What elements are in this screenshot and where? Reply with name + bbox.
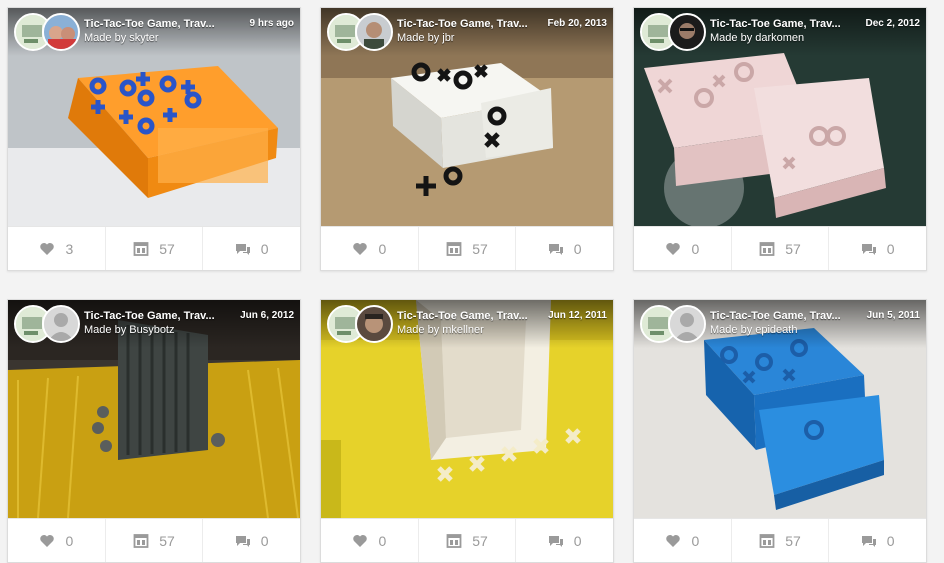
collect-button[interactable]: 57 [732, 519, 830, 562]
make-card[interactable]: Tic-Tac-Toe Game, Trav... Made by jbr Fe… [320, 7, 614, 271]
collect-button[interactable]: 57 [419, 227, 517, 270]
collection-icon [446, 242, 462, 256]
like-button[interactable]: 3 [8, 227, 106, 270]
comment-icon [548, 244, 563, 255]
like-button[interactable]: 0 [634, 227, 732, 270]
like-count: 0 [691, 533, 700, 549]
heart-icon [40, 535, 55, 547]
like-button[interactable]: 0 [321, 519, 419, 562]
card-stats: 0 57 0 [321, 226, 613, 270]
timestamp: Jun 12, 2011 [548, 310, 607, 321]
timestamp: 9 hrs ago [249, 18, 294, 29]
collect-button[interactable]: 57 [106, 227, 204, 270]
card-header: Tic-Tac-Toe Game, Trav... Made by darkom… [634, 8, 926, 56]
collect-button[interactable]: 57 [106, 519, 204, 562]
comment-count: 0 [573, 533, 582, 549]
comment-button[interactable]: 0 [829, 519, 926, 562]
comment-count: 0 [886, 241, 895, 257]
make-card[interactable]: Tic-Tac-Toe Game, Trav... Made by Busybo… [7, 299, 301, 563]
collection-count: 57 [785, 533, 801, 549]
like-count: 0 [691, 241, 700, 257]
comment-count: 0 [573, 241, 582, 257]
collection-icon [759, 242, 775, 256]
make-card[interactable]: Tic-Tac-Toe Game, Trav... Made by darkom… [633, 7, 927, 271]
maker-name[interactable]: Made by mkellner [397, 324, 484, 336]
like-count: 0 [378, 241, 387, 257]
maker-name[interactable]: Made by darkomen [710, 32, 804, 44]
comment-icon [235, 536, 250, 547]
like-button[interactable]: 0 [8, 519, 106, 562]
make-card[interactable]: Tic-Tac-Toe Game, Trav... Made by skyter… [7, 7, 301, 271]
thing-title[interactable]: Tic-Tac-Toe Game, Trav... [84, 18, 224, 30]
collection-count: 57 [785, 241, 801, 257]
thing-title[interactable]: Tic-Tac-Toe Game, Trav... [710, 18, 850, 30]
card-stats: 0 57 0 [634, 226, 926, 270]
avatar[interactable] [42, 13, 80, 51]
comment-button[interactable]: 0 [203, 519, 300, 562]
card-header: Tic-Tac-Toe Game, Trav... Made by jbr Fe… [321, 8, 613, 56]
comment-count: 0 [260, 241, 269, 257]
timestamp: Jun 6, 2012 [240, 310, 294, 321]
card-stats: 0 57 0 [634, 518, 926, 562]
avatar[interactable] [355, 13, 393, 51]
like-count: 0 [65, 533, 74, 549]
comment-count: 0 [886, 533, 895, 549]
collection-count: 57 [472, 241, 488, 257]
like-count: 0 [378, 533, 387, 549]
maker-name[interactable]: Made by skyter [84, 32, 159, 44]
thing-title[interactable]: Tic-Tac-Toe Game, Trav... [84, 310, 224, 322]
comment-button[interactable]: 0 [516, 227, 613, 270]
heart-icon [666, 243, 681, 255]
collection-count: 57 [159, 533, 175, 549]
make-card[interactable]: Tic-Tac-Toe Game, Trav... Made by mkelln… [320, 299, 614, 563]
maker-name[interactable]: Made by Busybotz [84, 324, 175, 336]
card-header: Tic-Tac-Toe Game, Trav... Made by epidea… [634, 300, 926, 348]
collection-count: 57 [159, 241, 175, 257]
collection-icon [446, 534, 462, 548]
comment-icon [861, 536, 876, 547]
like-count: 3 [65, 241, 74, 257]
card-stats: 3 57 0 [8, 226, 300, 270]
maker-name[interactable]: Made by jbr [397, 32, 454, 44]
maker-name[interactable]: Made by epideath [710, 324, 797, 336]
heart-icon [40, 243, 55, 255]
card-header: Tic-Tac-Toe Game, Trav... Made by skyter… [8, 8, 300, 56]
timestamp: Jun 5, 2011 [866, 310, 920, 321]
card-header: Tic-Tac-Toe Game, Trav... Made by mkelln… [321, 300, 613, 348]
collection-icon [759, 534, 775, 548]
heart-icon [353, 243, 368, 255]
timestamp: Dec 2, 2012 [865, 18, 921, 29]
comment-icon [548, 536, 563, 547]
collection-icon [133, 534, 149, 548]
like-button[interactable]: 0 [321, 227, 419, 270]
comment-button[interactable]: 0 [203, 227, 300, 270]
heart-icon [353, 535, 368, 547]
collection-count: 57 [472, 533, 488, 549]
comment-button[interactable]: 0 [516, 519, 613, 562]
collect-button[interactable]: 57 [419, 519, 517, 562]
card-header: Tic-Tac-Toe Game, Trav... Made by Busybo… [8, 300, 300, 348]
thing-title[interactable]: Tic-Tac-Toe Game, Trav... [397, 18, 537, 30]
comment-button[interactable]: 0 [829, 227, 926, 270]
avatar[interactable] [355, 305, 393, 343]
comment-count: 0 [260, 533, 269, 549]
make-card[interactable]: Tic-Tac-Toe Game, Trav... Made by epidea… [633, 299, 927, 563]
timestamp: Feb 20, 2013 [547, 18, 607, 29]
avatar[interactable] [668, 305, 706, 343]
card-stats: 0 57 0 [8, 518, 300, 562]
collection-icon [133, 242, 149, 256]
avatar[interactable] [668, 13, 706, 51]
avatar[interactable] [42, 305, 80, 343]
thing-title[interactable]: Tic-Tac-Toe Game, Trav... [397, 310, 537, 322]
thing-title[interactable]: Tic-Tac-Toe Game, Trav... [710, 310, 850, 322]
like-button[interactable]: 0 [634, 519, 732, 562]
comment-icon [861, 244, 876, 255]
heart-icon [666, 535, 681, 547]
card-stats: 0 57 0 [321, 518, 613, 562]
comment-icon [235, 244, 250, 255]
collect-button[interactable]: 57 [732, 227, 830, 270]
